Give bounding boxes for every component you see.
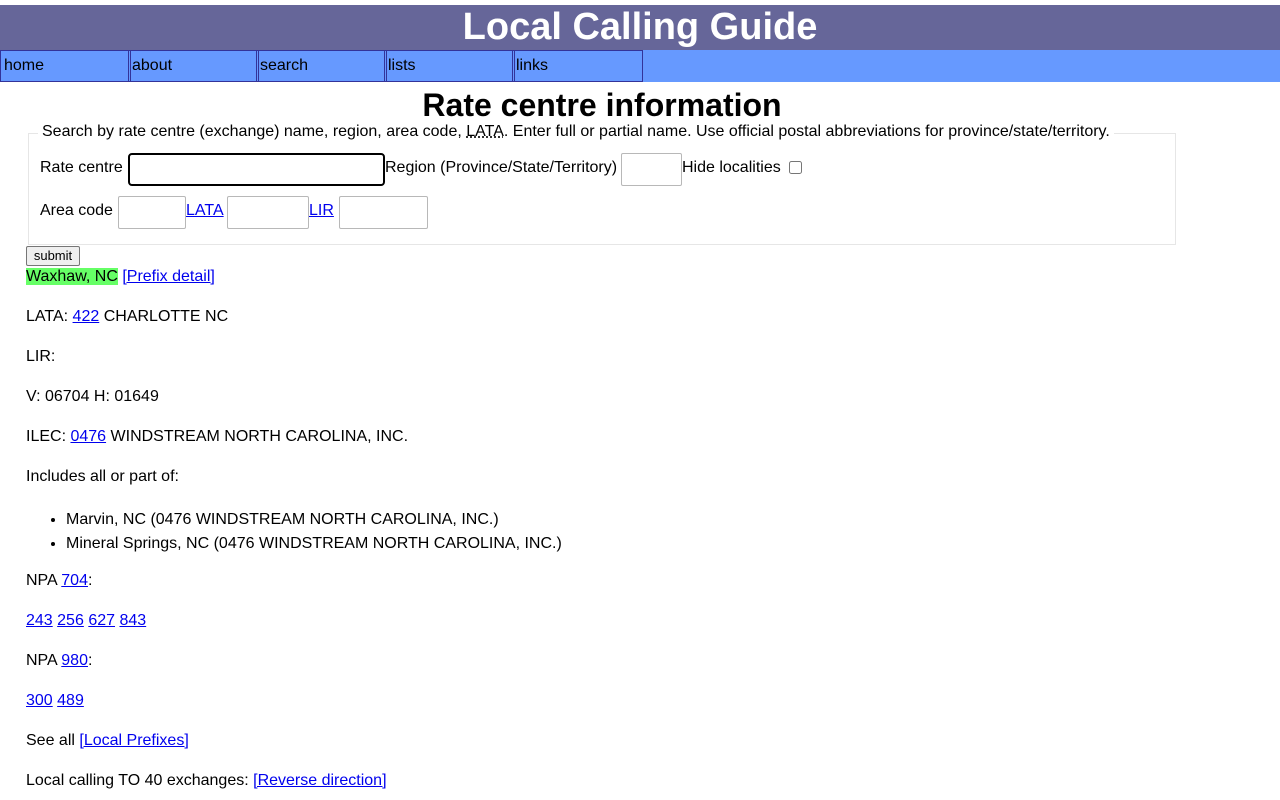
see-all-line: See all [Local Prefixes] (26, 731, 189, 751)
includes-label: Includes all or part of: (26, 468, 179, 485)
prefix-link[interactable]: 843 (119, 612, 146, 629)
nav-item-search[interactable]: search (256, 50, 387, 82)
prefix-link[interactable]: 300 (26, 692, 53, 709)
area-code-label: Area code (40, 202, 113, 219)
lata-code-link[interactable]: 422 (73, 308, 100, 325)
prefix-link[interactable]: 627 (88, 612, 115, 629)
nav-item-home[interactable]: home (0, 50, 131, 82)
see-all-label: See all (26, 732, 75, 749)
nav-item-lists[interactable]: lists (384, 50, 515, 82)
npa-label: NPA (26, 652, 57, 669)
npa-line-980: NPA 980: (26, 652, 93, 669)
site-title: Local Calling Guide (462, 6, 818, 48)
lir-input[interactable] (339, 196, 428, 229)
vh-coordinates: V: 06704 H: 01649 (26, 388, 159, 405)
local-prefixes-link[interactable]: [Local Prefixes] (79, 732, 188, 749)
lata-input[interactable] (227, 196, 309, 229)
area-code-input[interactable] (118, 196, 186, 229)
rate-centre-name: Waxhaw, NC (26, 268, 118, 285)
region-label: Region (Province/State/Territory) (385, 159, 618, 176)
prefix-link[interactable]: 243 (26, 612, 53, 629)
local-calling-text: Local calling TO 40 exchanges: (26, 772, 249, 789)
lata-line-label: LATA: (26, 308, 69, 325)
region-input[interactable] (621, 153, 682, 186)
lir-link[interactable]: LIR (309, 201, 334, 221)
search-legend: Search by rate centre (exchange) name, r… (38, 123, 1114, 141)
nav-bar: home about search lists links (0, 50, 1280, 82)
ilec-code-link[interactable]: 0476 (70, 428, 106, 445)
lata-link[interactable]: LATA (186, 201, 224, 221)
legend-text-end: . Enter full or partial name. Use offici… (503, 123, 1110, 140)
prefix-link[interactable]: 256 (57, 612, 84, 629)
reverse-direction-link[interactable]: [Reverse direction] (253, 772, 386, 789)
rate-centre-input[interactable] (128, 153, 385, 186)
lata-line: LATA: 422 CHARLOTTE NC (26, 307, 228, 327)
prefix-list-980: 300 489 (26, 691, 84, 711)
legend-text-start: Search by rate centre (exchange) name, r… (42, 123, 467, 140)
site-header: Local Calling Guide (0, 5, 1280, 50)
hide-localities-label: Hide localities (682, 159, 781, 176)
lir-line-label: LIR: (26, 348, 56, 365)
nav-item-about[interactable]: about (128, 50, 259, 82)
nav-item-links[interactable]: links (512, 50, 643, 82)
prefix-list-704: 243 256 627 843 (26, 611, 146, 631)
npa-link-980[interactable]: 980 (61, 652, 88, 669)
includes-list: Marvin, NC (0476 WINDSTREAM NORTH CAROLI… (26, 508, 562, 556)
lir-line: LIR: (26, 347, 55, 367)
ilec-name: WINDSTREAM NORTH CAROLINA, INC. (110, 428, 409, 445)
legend-lata-abbr: LATA (466, 123, 504, 140)
prefix-link[interactable]: 489 (57, 692, 84, 709)
page-title: Rate centre information (422, 87, 782, 123)
rate-centre-label: Rate centre (40, 159, 123, 176)
npa-line-704: NPA 704: (26, 572, 93, 589)
hide-localities-checkbox[interactable] (789, 161, 802, 174)
lata-name: CHARLOTTE NC (103, 308, 229, 325)
submit-button[interactable]: submit (26, 246, 80, 266)
ilec-line: ILEC: 0476 WINDSTREAM NORTH CAROLINA, IN… (26, 427, 408, 447)
npa-label: NPA (26, 572, 57, 589)
npa-link-704[interactable]: 704 (61, 572, 88, 589)
ilec-label: ILEC: (26, 428, 67, 445)
list-item: Marvin, NC (0476 WINDSTREAM NORTH CAROLI… (66, 508, 562, 532)
list-item: Mineral Springs, NC (0476 WINDSTREAM NOR… (66, 532, 562, 556)
result-header: Waxhaw, NC [Prefix detail] (26, 267, 215, 287)
search-fieldset (28, 133, 1176, 245)
prefix-detail-link[interactable]: [Prefix detail] (122, 268, 214, 285)
local-calling-line: Local calling TO 40 exchanges: [Reverse … (26, 771, 387, 791)
